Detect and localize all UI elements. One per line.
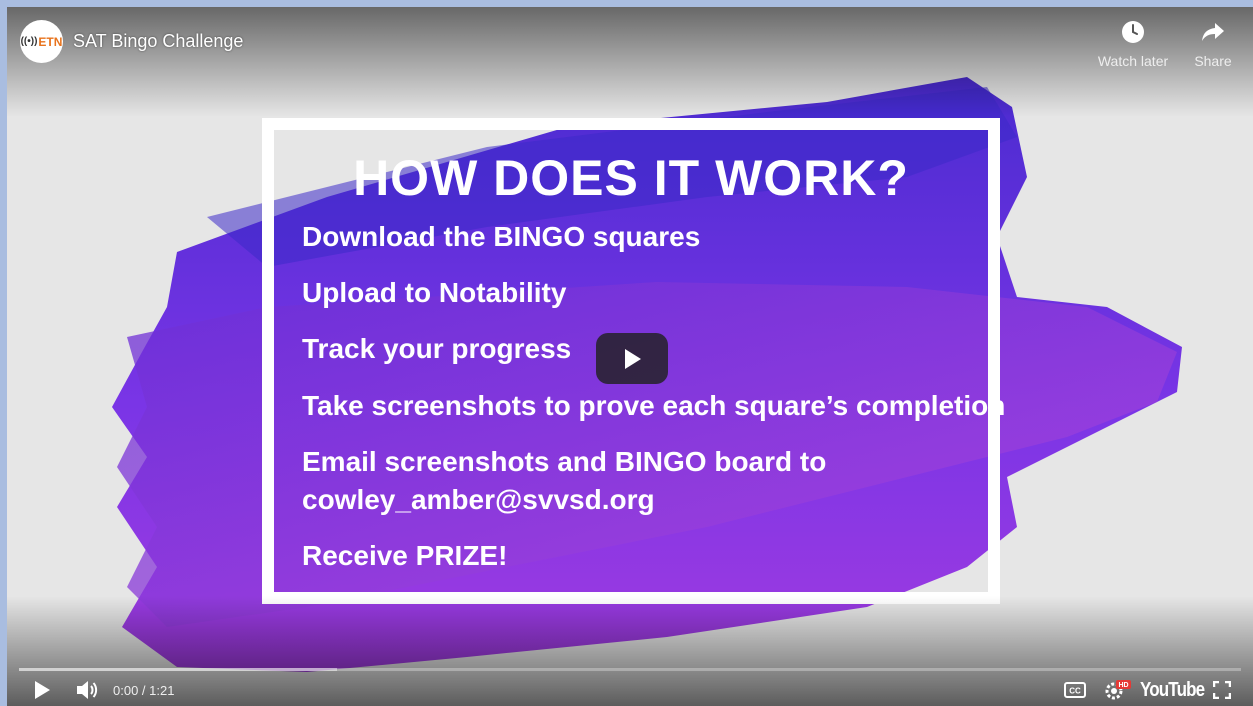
large-play-button[interactable] bbox=[596, 333, 668, 384]
channel-logo-text: ETN bbox=[38, 34, 63, 49]
channel-avatar[interactable]: ((•)) ETN bbox=[20, 20, 63, 63]
mute-button[interactable] bbox=[75, 677, 99, 703]
buffered-progress bbox=[19, 668, 337, 671]
fullscreen-icon bbox=[1213, 681, 1231, 699]
settings-button[interactable]: HD bbox=[1102, 677, 1132, 703]
gear-icon: HD bbox=[1105, 680, 1131, 700]
svg-text:CC: CC bbox=[1069, 687, 1081, 696]
slide-line-track: Track your progress bbox=[302, 333, 572, 364]
slide-line-email-address: cowley_amber@svvsd.org bbox=[302, 484, 655, 515]
slide-line-screenshots: Take screenshots to prove each square’s … bbox=[302, 390, 1006, 421]
hd-badge-text: HD bbox=[1118, 682, 1128, 689]
volume-icon bbox=[77, 681, 98, 699]
share-label: Share bbox=[1194, 53, 1232, 69]
fullscreen-button[interactable] bbox=[1213, 677, 1231, 703]
broadcast-icon: ((•)) bbox=[20, 36, 38, 47]
play-icon bbox=[35, 681, 50, 699]
video-player[interactable]: HOW DOES IT WORK? Download the BINGO squ… bbox=[7, 7, 1253, 706]
progress-bar[interactable] bbox=[19, 668, 1241, 671]
slide-line-email: Email screenshots and BINGO board to bbox=[302, 446, 827, 477]
slide-line-prize: Receive PRIZE! bbox=[302, 540, 508, 571]
slide-line-upload: Upload to Notability bbox=[302, 277, 567, 308]
clock-icon bbox=[1122, 21, 1144, 43]
closed-captions-icon: CC bbox=[1064, 682, 1086, 698]
youtube-logo-button[interactable]: YouTube bbox=[1140, 679, 1205, 702]
play-icon bbox=[625, 348, 641, 369]
time-display: 0:00 / 1:21 bbox=[113, 683, 175, 698]
video-title-link[interactable]: SAT Bingo Challenge bbox=[73, 31, 243, 52]
watch-later-label: Watch later bbox=[1097, 53, 1169, 69]
top-overlay bbox=[7, 7, 1253, 117]
share-arrow-icon bbox=[1202, 23, 1224, 41]
slide-heading: HOW DOES IT WORK? bbox=[353, 150, 909, 206]
slide-line-download: Download the BINGO squares bbox=[302, 221, 701, 252]
captions-button[interactable]: CC bbox=[1064, 677, 1086, 703]
play-toggle-button[interactable] bbox=[33, 677, 51, 703]
share-button[interactable]: Share bbox=[1173, 20, 1253, 69]
watch-later-button[interactable]: Watch later bbox=[1093, 20, 1173, 69]
